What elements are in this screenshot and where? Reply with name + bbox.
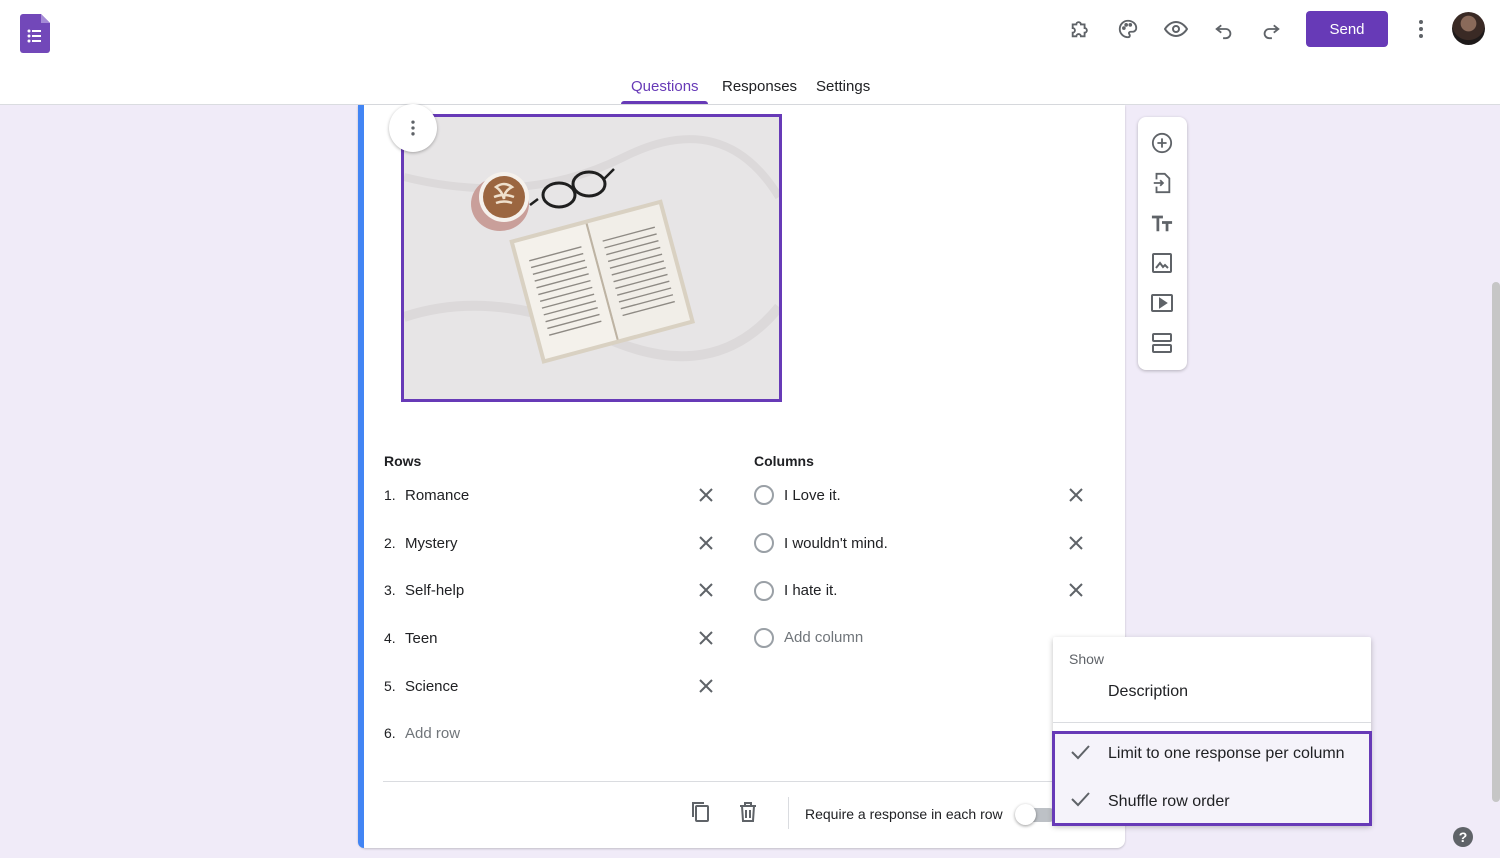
menu-item-limit-one-response[interactable]: Limit to one response per column bbox=[1108, 745, 1345, 763]
column-option[interactable]: I hate it. bbox=[784, 582, 837, 599]
more-vert-icon[interactable] bbox=[1403, 11, 1439, 47]
toggle-thumb[interactable] bbox=[1015, 804, 1036, 825]
close-icon bbox=[699, 583, 713, 597]
menu-divider bbox=[1053, 722, 1371, 723]
send-button[interactable]: Send bbox=[1306, 11, 1388, 47]
require-response-label: Require a response in each row bbox=[805, 806, 1003, 822]
menu-item-shuffle-rows[interactable]: Shuffle row order bbox=[1108, 793, 1230, 811]
add-section-icon[interactable] bbox=[1150, 331, 1174, 355]
more-vert-icon bbox=[411, 120, 415, 136]
check-icon bbox=[1071, 792, 1090, 807]
add-question-icon[interactable] bbox=[1150, 131, 1174, 155]
row-option[interactable]: Teen bbox=[405, 630, 438, 647]
remove-row-button[interactable] bbox=[694, 483, 718, 507]
row-number: 3. bbox=[384, 582, 396, 598]
remove-column-button[interactable] bbox=[1064, 483, 1088, 507]
side-toolbar bbox=[1138, 117, 1187, 370]
addons-icon[interactable] bbox=[1062, 11, 1098, 47]
trash-icon bbox=[740, 802, 756, 822]
card-divider bbox=[383, 781, 1105, 782]
add-image-icon[interactable] bbox=[1150, 251, 1174, 275]
row-option[interactable]: Romance bbox=[405, 487, 469, 504]
avatar[interactable] bbox=[1452, 12, 1485, 45]
palette-icon[interactable] bbox=[1110, 11, 1146, 47]
footer-separator bbox=[788, 797, 789, 829]
check-icon bbox=[1071, 745, 1090, 760]
forms-logo-icon[interactable] bbox=[20, 14, 50, 53]
column-option[interactable]: I Love it. bbox=[784, 487, 841, 504]
tab-responses[interactable]: Responses bbox=[722, 78, 797, 95]
close-icon bbox=[1069, 583, 1083, 597]
tab-settings[interactable]: Settings bbox=[816, 78, 870, 95]
help-icon[interactable]: ? bbox=[1453, 827, 1473, 847]
redo-icon[interactable] bbox=[1253, 11, 1289, 47]
menu-section-label: Show bbox=[1069, 651, 1105, 667]
tab-bar: Questions Responses Settings bbox=[0, 76, 1500, 105]
row-option[interactable]: Science bbox=[405, 678, 458, 695]
close-icon bbox=[699, 679, 713, 693]
radio-icon bbox=[754, 533, 774, 553]
row-number: 4. bbox=[384, 630, 396, 646]
remove-column-button[interactable] bbox=[1064, 531, 1088, 555]
row-option[interactable]: Self-help bbox=[405, 582, 464, 599]
rows-heading: Rows bbox=[384, 453, 422, 469]
row-number: 6. bbox=[384, 725, 396, 741]
remove-row-button[interactable] bbox=[694, 578, 718, 602]
add-column-input[interactable]: Add column bbox=[784, 629, 863, 646]
row-number: 5. bbox=[384, 678, 396, 694]
row-number: 2. bbox=[384, 535, 396, 551]
import-questions-icon[interactable] bbox=[1150, 171, 1174, 195]
delete-button[interactable] bbox=[736, 800, 760, 824]
copy-icon bbox=[692, 802, 709, 822]
scrollbar[interactable] bbox=[1492, 282, 1500, 802]
preview-icon[interactable] bbox=[1158, 11, 1194, 47]
duplicate-button[interactable] bbox=[688, 800, 712, 824]
active-tab-indicator bbox=[621, 101, 708, 104]
app-header: Send Questions Responses Settings bbox=[0, 0, 1500, 105]
close-icon bbox=[699, 536, 713, 550]
radio-icon bbox=[754, 485, 774, 505]
close-icon bbox=[1069, 488, 1083, 502]
radio-icon bbox=[754, 581, 774, 601]
menu-item-description[interactable]: Description bbox=[1108, 683, 1188, 701]
radio-icon bbox=[754, 628, 774, 648]
tab-questions[interactable]: Questions bbox=[631, 78, 699, 95]
active-card-indicator bbox=[358, 105, 364, 848]
row-number: 1. bbox=[384, 487, 396, 503]
question-image[interactable] bbox=[401, 114, 782, 402]
columns-heading: Columns bbox=[754, 453, 814, 469]
column-option[interactable]: I wouldn't mind. bbox=[784, 535, 888, 552]
image-options-button[interactable] bbox=[389, 104, 437, 152]
remove-row-button[interactable] bbox=[694, 531, 718, 555]
remove-column-button[interactable] bbox=[1064, 578, 1088, 602]
close-icon bbox=[699, 488, 713, 502]
remove-row-button[interactable] bbox=[694, 674, 718, 698]
row-option[interactable]: Mystery bbox=[405, 535, 458, 552]
close-icon bbox=[1069, 536, 1083, 550]
add-row-input[interactable]: Add row bbox=[405, 725, 460, 742]
add-title-icon[interactable] bbox=[1150, 211, 1174, 235]
close-icon bbox=[699, 631, 713, 645]
undo-icon[interactable] bbox=[1206, 11, 1242, 47]
remove-row-button[interactable] bbox=[694, 626, 718, 650]
add-video-icon[interactable] bbox=[1150, 291, 1174, 315]
